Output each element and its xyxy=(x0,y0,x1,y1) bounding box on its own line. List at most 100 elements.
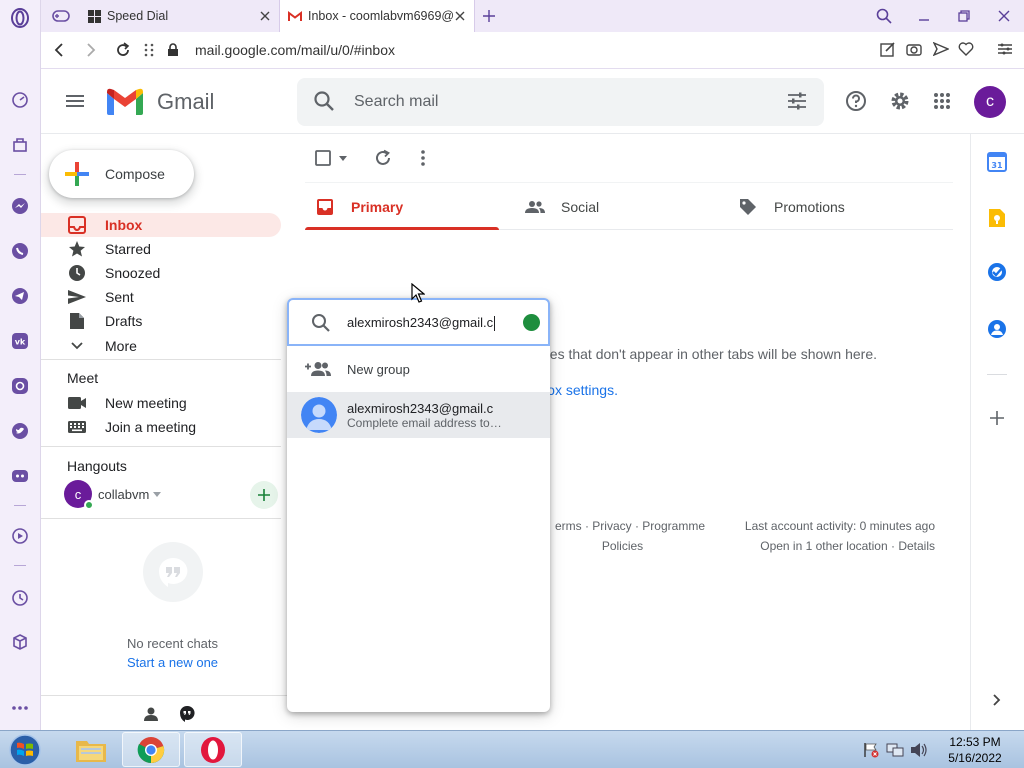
nav-item-label: Sent xyxy=(105,289,134,305)
nav-item-inbox[interactable]: Inbox xyxy=(41,213,281,237)
new-tab-icon[interactable] xyxy=(477,4,501,28)
close-icon[interactable] xyxy=(452,8,468,24)
new-conversation-button[interactable] xyxy=(250,481,278,509)
nav-item-label: Join a meeting xyxy=(105,419,197,435)
opera-logo-icon[interactable] xyxy=(8,6,32,30)
file-explorer-icon[interactable] xyxy=(62,732,120,767)
main-menu-icon[interactable] xyxy=(63,89,87,113)
caret-down-icon[interactable] xyxy=(153,491,162,497)
contact-search-input[interactable]: alexmirosh2343@gmail.c xyxy=(347,315,496,332)
sidebar-more-icon[interactable] xyxy=(8,696,32,720)
new-group-label: New group xyxy=(347,361,410,377)
nav-item-more[interactable]: More xyxy=(41,334,281,358)
search-tabs-icon[interactable] xyxy=(872,4,896,28)
nav-item-snoozed[interactable]: Snoozed xyxy=(41,261,281,285)
search-options-icon[interactable] xyxy=(786,90,808,112)
speed-dial-dots-icon[interactable] xyxy=(137,38,161,62)
vk-icon[interactable]: vk xyxy=(8,329,32,353)
nav-item-sent[interactable]: Sent xyxy=(41,285,281,309)
send-flow-icon[interactable] xyxy=(931,39,951,59)
nav-item-drafts[interactable]: Drafts xyxy=(41,309,281,333)
keyboard-icon xyxy=(67,417,87,437)
back-icon[interactable] xyxy=(47,38,71,62)
account-avatar[interactable]: c xyxy=(974,86,1006,118)
add-addon-icon[interactable] xyxy=(987,408,1007,428)
player-icon[interactable] xyxy=(8,524,32,548)
person-icon[interactable] xyxy=(142,705,160,723)
history-icon[interactable] xyxy=(8,586,32,610)
mail-toolbar xyxy=(305,140,955,176)
chrome-icon[interactable] xyxy=(122,732,180,767)
minimize-icon[interactable] xyxy=(912,4,936,28)
lock-icon[interactable] xyxy=(161,38,185,62)
chevron-right-icon[interactable] xyxy=(987,690,1007,710)
easy-setup-icon[interactable] xyxy=(995,39,1015,59)
clock-time: 12:53 PM xyxy=(949,735,1001,749)
inbox-icon xyxy=(315,197,335,217)
select-caret-down-icon[interactable] xyxy=(338,148,348,168)
search-input[interactable]: Search mail xyxy=(354,93,438,111)
workspaces-icon[interactable] xyxy=(8,133,32,157)
tab-promotions[interactable]: Promotions xyxy=(738,183,845,231)
whatsapp-icon[interactable] xyxy=(8,239,32,263)
contacts-icon[interactable] xyxy=(987,319,1007,339)
messenger-icon[interactable] xyxy=(8,194,32,218)
help-icon[interactable] xyxy=(844,89,868,113)
new-group-button[interactable]: New group xyxy=(287,354,550,384)
network-icon[interactable] xyxy=(886,741,904,759)
gmail-wordmark[interactable]: Gmail xyxy=(157,89,214,115)
more-options-icon[interactable] xyxy=(418,148,428,168)
select-checkbox[interactable] xyxy=(315,148,331,168)
action-center-flag-icon[interactable] xyxy=(862,741,880,759)
join-meeting-button[interactable]: Join a meeting xyxy=(41,415,281,439)
game-controller-icon[interactable] xyxy=(49,4,73,28)
taskbar-clock[interactable]: 12:53 PM 5/16/2022 xyxy=(940,734,1010,766)
new-meeting-button[interactable]: New meeting xyxy=(41,391,281,415)
opera-browser-icon[interactable] xyxy=(184,732,242,767)
edit-page-icon[interactable] xyxy=(878,39,898,59)
close-icon[interactable] xyxy=(257,8,273,24)
discord-icon[interactable] xyxy=(8,464,32,488)
tab-social[interactable]: Social xyxy=(525,183,599,231)
keep-icon[interactable] xyxy=(987,208,1007,228)
search-icon[interactable] xyxy=(313,90,335,112)
heart-icon[interactable] xyxy=(956,39,976,59)
close-window-icon[interactable] xyxy=(992,4,1016,28)
tab-primary[interactable]: Primary xyxy=(315,183,403,231)
hangouts-icon[interactable] xyxy=(178,705,196,723)
compose-button[interactable]: Compose xyxy=(49,150,194,198)
calendar-icon[interactable]: 31 xyxy=(987,152,1007,172)
online-status-icon xyxy=(84,500,94,510)
speed-dial-icon[interactable] xyxy=(8,88,32,112)
instagram-icon[interactable] xyxy=(8,374,32,398)
tab-inbox[interactable]: Inbox - coomlabvm6969@ xyxy=(279,0,475,32)
forward-icon[interactable] xyxy=(79,38,103,62)
search-bar[interactable]: Search mail xyxy=(297,78,824,126)
volume-icon[interactable] xyxy=(910,741,928,759)
refresh-icon[interactable] xyxy=(373,148,393,168)
restore-icon[interactable] xyxy=(952,4,976,28)
nav-item-starred[interactable]: Starred xyxy=(41,237,281,261)
reload-icon[interactable] xyxy=(111,38,135,62)
tab-speed-dial[interactable]: Speed Dial xyxy=(79,0,279,32)
video-icon xyxy=(67,393,87,413)
apps-grid-icon[interactable] xyxy=(930,89,954,113)
telegram-icon[interactable] xyxy=(8,284,32,308)
compose-label: Compose xyxy=(105,166,165,182)
settings-gear-icon[interactable] xyxy=(888,89,912,113)
footer-activity: Last account activity: 0 minutes ago Ope… xyxy=(700,516,935,556)
clock-icon xyxy=(67,263,87,283)
other-location-details-link[interactable]: Open in 1 other location · Details xyxy=(700,536,935,556)
tasks-icon[interactable] xyxy=(987,262,1007,282)
contact-search-field[interactable]: alexmirosh2343@gmail.c xyxy=(287,298,550,346)
hangouts-quote-icon xyxy=(143,542,203,602)
gmail-logo-icon[interactable] xyxy=(106,87,144,116)
url-field[interactable]: mail.google.com/mail/u/0/#inbox xyxy=(195,42,395,58)
terms-links[interactable]: erms · Privacy · Programme xyxy=(555,519,705,533)
contact-suggestion[interactable]: alexmirosh2343@gmail.c Complete email ad… xyxy=(287,392,550,438)
camera-icon[interactable] xyxy=(904,39,924,59)
hangouts-user[interactable]: c collabvm xyxy=(64,480,162,510)
twitter-icon[interactable] xyxy=(8,419,32,443)
windows-start-button[interactable] xyxy=(6,732,44,768)
new-chat-popup: alexmirosh2343@gmail.c New group alexmir… xyxy=(287,298,550,712)
